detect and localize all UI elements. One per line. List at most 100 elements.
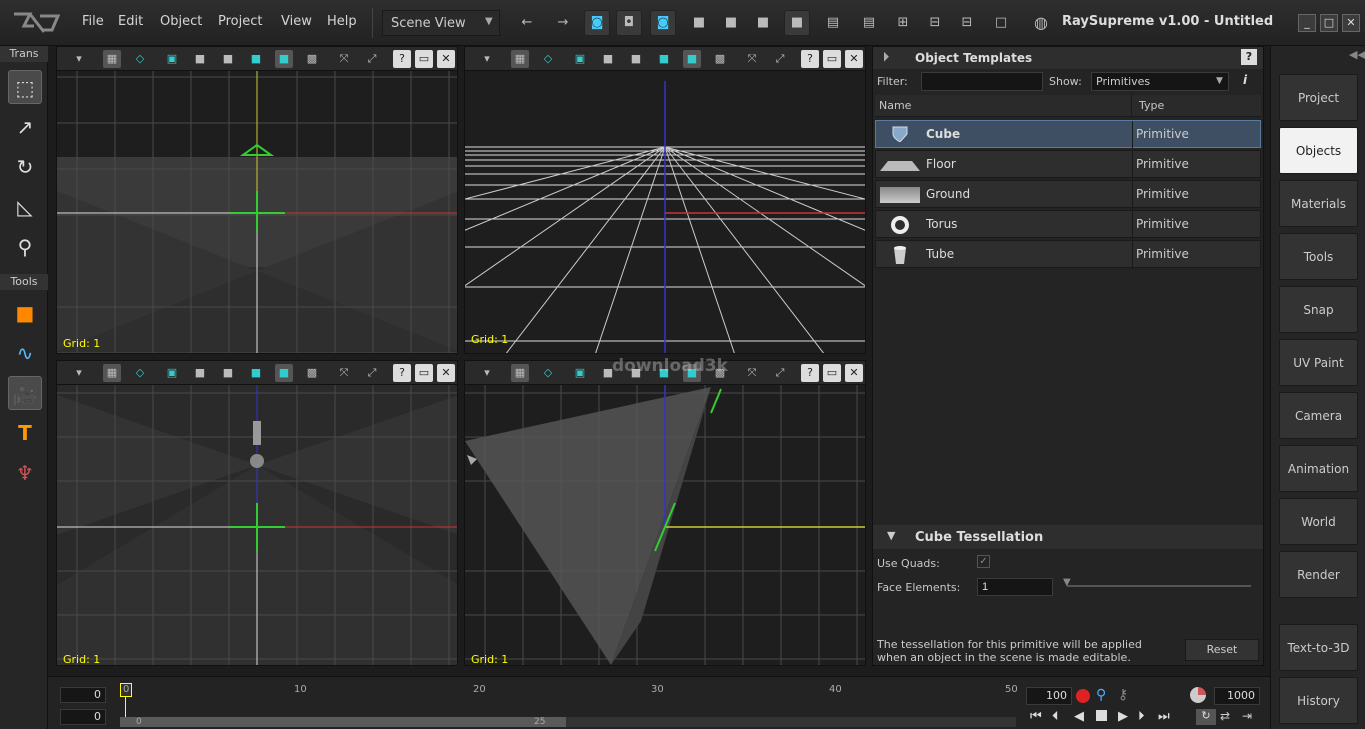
go-start-icon[interactable]: ⏮ <box>1030 709 1042 724</box>
create-object-icon[interactable]: ■ <box>8 296 42 330</box>
viewport-menu-icon[interactable]: ▾ <box>475 50 499 68</box>
cube-view-icon[interactable]: ■ <box>686 10 712 36</box>
select-tool-icon[interactable]: ⬚ <box>8 70 42 104</box>
play-reverse-icon[interactable]: ◀ <box>1074 709 1084 724</box>
close-viewport-icon[interactable]: ✕ <box>437 364 455 382</box>
fit-view-icon[interactable]: ⤧ <box>743 364 761 382</box>
menu-object[interactable]: Object <box>160 14 202 29</box>
cube-wire-icon[interactable]: ▣ <box>571 364 589 382</box>
collapse-arrow-icon[interactable]: ▼ <box>887 529 895 542</box>
cube-wire-icon[interactable]: ▣ <box>163 364 181 382</box>
template-row-tube[interactable]: Tube Primitive <box>875 240 1261 269</box>
clapper-render-icon[interactable]: ▤ <box>856 10 882 36</box>
column-type-header[interactable]: Type <box>1139 99 1164 112</box>
close-viewport-icon[interactable]: ✕ <box>437 50 455 68</box>
fit-view-icon[interactable]: ⤧ <box>335 364 353 382</box>
nav-render[interactable]: Render <box>1279 551 1358 598</box>
minimize-button[interactable]: _ <box>1298 14 1316 32</box>
next-key-icon[interactable]: ⏵ <box>1138 709 1145 724</box>
redo-arrow-icon[interactable]: → <box>550 10 576 36</box>
frame-field-bottom[interactable]: 0 <box>60 709 106 725</box>
template-row-ground[interactable]: Ground Primitive <box>875 180 1261 209</box>
fit-selection-icon[interactable]: ⤢ <box>771 364 789 382</box>
path-tool-icon[interactable]: ∿ <box>8 336 42 370</box>
menu-edit[interactable]: Edit <box>118 14 143 29</box>
cube-shaded-icon[interactable]: ■ <box>750 10 776 36</box>
filter-input[interactable] <box>921 72 1043 91</box>
nav-tools[interactable]: Tools <box>1279 233 1358 280</box>
viewport-menu-icon[interactable]: ▾ <box>67 50 91 68</box>
checker-icon[interactable]: ▩ <box>303 50 321 68</box>
loop-icon[interactable]: ↻ <box>1196 709 1216 725</box>
column-name-header[interactable]: Name <box>879 99 911 112</box>
scrollbar-thumb[interactable] <box>120 717 566 727</box>
nav-camera[interactable]: Camera <box>1279 392 1358 439</box>
menu-project[interactable]: Project <box>218 14 262 29</box>
layout-single-icon[interactable]: □ <box>988 10 1014 36</box>
nav-snap[interactable]: Snap <box>1279 286 1358 333</box>
use-quads-checkbox[interactable]: ✓ <box>977 555 990 568</box>
cube-active-icon[interactable]: ■ <box>784 10 810 36</box>
help-icon[interactable]: ? <box>393 50 411 68</box>
cube-textured-icon[interactable]: ■ <box>247 50 265 68</box>
grid-toggle-icon[interactable]: ▦ <box>511 50 529 68</box>
prev-key-icon[interactable]: ⏴ <box>1052 709 1059 724</box>
fit-selection-icon[interactable]: ⤢ <box>363 50 381 68</box>
nav-uv-paint[interactable]: UV Paint <box>1279 339 1358 386</box>
grid-toggle-icon[interactable]: ▦ <box>103 50 121 68</box>
wireframe-icon[interactable]: ◇ <box>131 50 149 68</box>
face-elements-input[interactable] <box>977 578 1053 596</box>
viewport-menu-icon[interactable]: ▾ <box>475 364 499 382</box>
nav-history[interactable]: History <box>1279 677 1358 724</box>
help-icon[interactable]: ? <box>1241 49 1257 65</box>
scene-view-select[interactable]: Scene View ▼ <box>382 10 500 36</box>
rotate-tool-icon[interactable]: ↻ <box>8 150 42 184</box>
close-button[interactable]: ✕ <box>1342 14 1360 32</box>
material-tool-icon[interactable]: ♆ <box>8 456 42 490</box>
render-region-button[interactable]: ◘ <box>616 10 642 36</box>
cube-smooth-icon[interactable]: ■ <box>219 50 237 68</box>
fit-view-icon[interactable]: ⤧ <box>743 50 761 68</box>
nav-text-to-3d[interactable]: Text-to-3D <box>1279 624 1358 671</box>
grid-toggle-icon[interactable]: ▦ <box>511 364 529 382</box>
nav-objects[interactable]: Objects <box>1279 127 1358 174</box>
fit-selection-icon[interactable]: ⤢ <box>771 50 789 68</box>
cube-lit-icon[interactable]: ■ <box>683 50 701 68</box>
text-tool-icon[interactable]: T <box>8 416 42 450</box>
cube-textured-icon[interactable]: ■ <box>247 364 265 382</box>
play-once-icon[interactable]: ⇥ <box>1242 709 1252 723</box>
viewport-menu-icon[interactable]: ▾ <box>67 364 91 382</box>
cube-wire-icon[interactable]: ▣ <box>163 50 181 68</box>
maximize-viewport-icon[interactable]: ▭ <box>415 364 433 382</box>
cube-wire-icon[interactable]: ▣ <box>571 50 589 68</box>
menu-help[interactable]: Help <box>327 14 357 29</box>
maximize-viewport-icon[interactable]: ▭ <box>823 364 841 382</box>
info-icon[interactable]: i <box>1243 73 1247 87</box>
template-row-floor[interactable]: Floor Primitive <box>875 150 1261 179</box>
cube-flat-icon[interactable]: ■ <box>191 50 209 68</box>
globe-icon[interactable]: ◍ <box>1028 10 1054 36</box>
camera-tool-icon[interactable]: 🎥 <box>8 376 42 410</box>
wireframe-icon[interactable]: ◇ <box>539 50 557 68</box>
cube-lit-icon[interactable]: ■ <box>275 364 293 382</box>
key-icon[interactable]: ⚷ <box>1118 687 1128 703</box>
viewport-camera[interactable]: ▾ ▦ ◇ ▣ ■ ■ ■ ■ ▩ ⤧ ⤢ ? ▭ ✕ Grid: 1 <box>464 360 866 666</box>
frame-field-top[interactable]: 0 <box>60 687 106 703</box>
timeline-scrollbar[interactable]: 0 25 <box>120 717 1016 727</box>
checker-icon[interactable]: ▩ <box>303 364 321 382</box>
help-icon[interactable]: ? <box>801 364 819 382</box>
nav-materials[interactable]: Materials <box>1279 180 1358 227</box>
undo-arrow-icon[interactable]: ← <box>514 10 540 36</box>
go-end-icon[interactable]: ⏭ <box>1158 709 1170 724</box>
collapse-arrow-icon[interactable]: ⏵ <box>883 50 889 65</box>
play-icon[interactable]: ▶ <box>1118 709 1128 724</box>
help-icon[interactable]: ? <box>393 364 411 382</box>
menu-file[interactable]: File <box>82 14 104 29</box>
total-frames-field[interactable]: 1000 <box>1214 687 1260 705</box>
checker-icon[interactable]: ▩ <box>711 50 729 68</box>
layout-three-icon[interactable]: ⊟ <box>922 10 948 36</box>
cube-smooth-icon[interactable]: ■ <box>627 50 645 68</box>
layout-quad-icon[interactable]: ⊞ <box>890 10 916 36</box>
cube-textured-icon[interactable]: ■ <box>655 50 673 68</box>
cube-flat-icon[interactable]: ■ <box>599 50 617 68</box>
